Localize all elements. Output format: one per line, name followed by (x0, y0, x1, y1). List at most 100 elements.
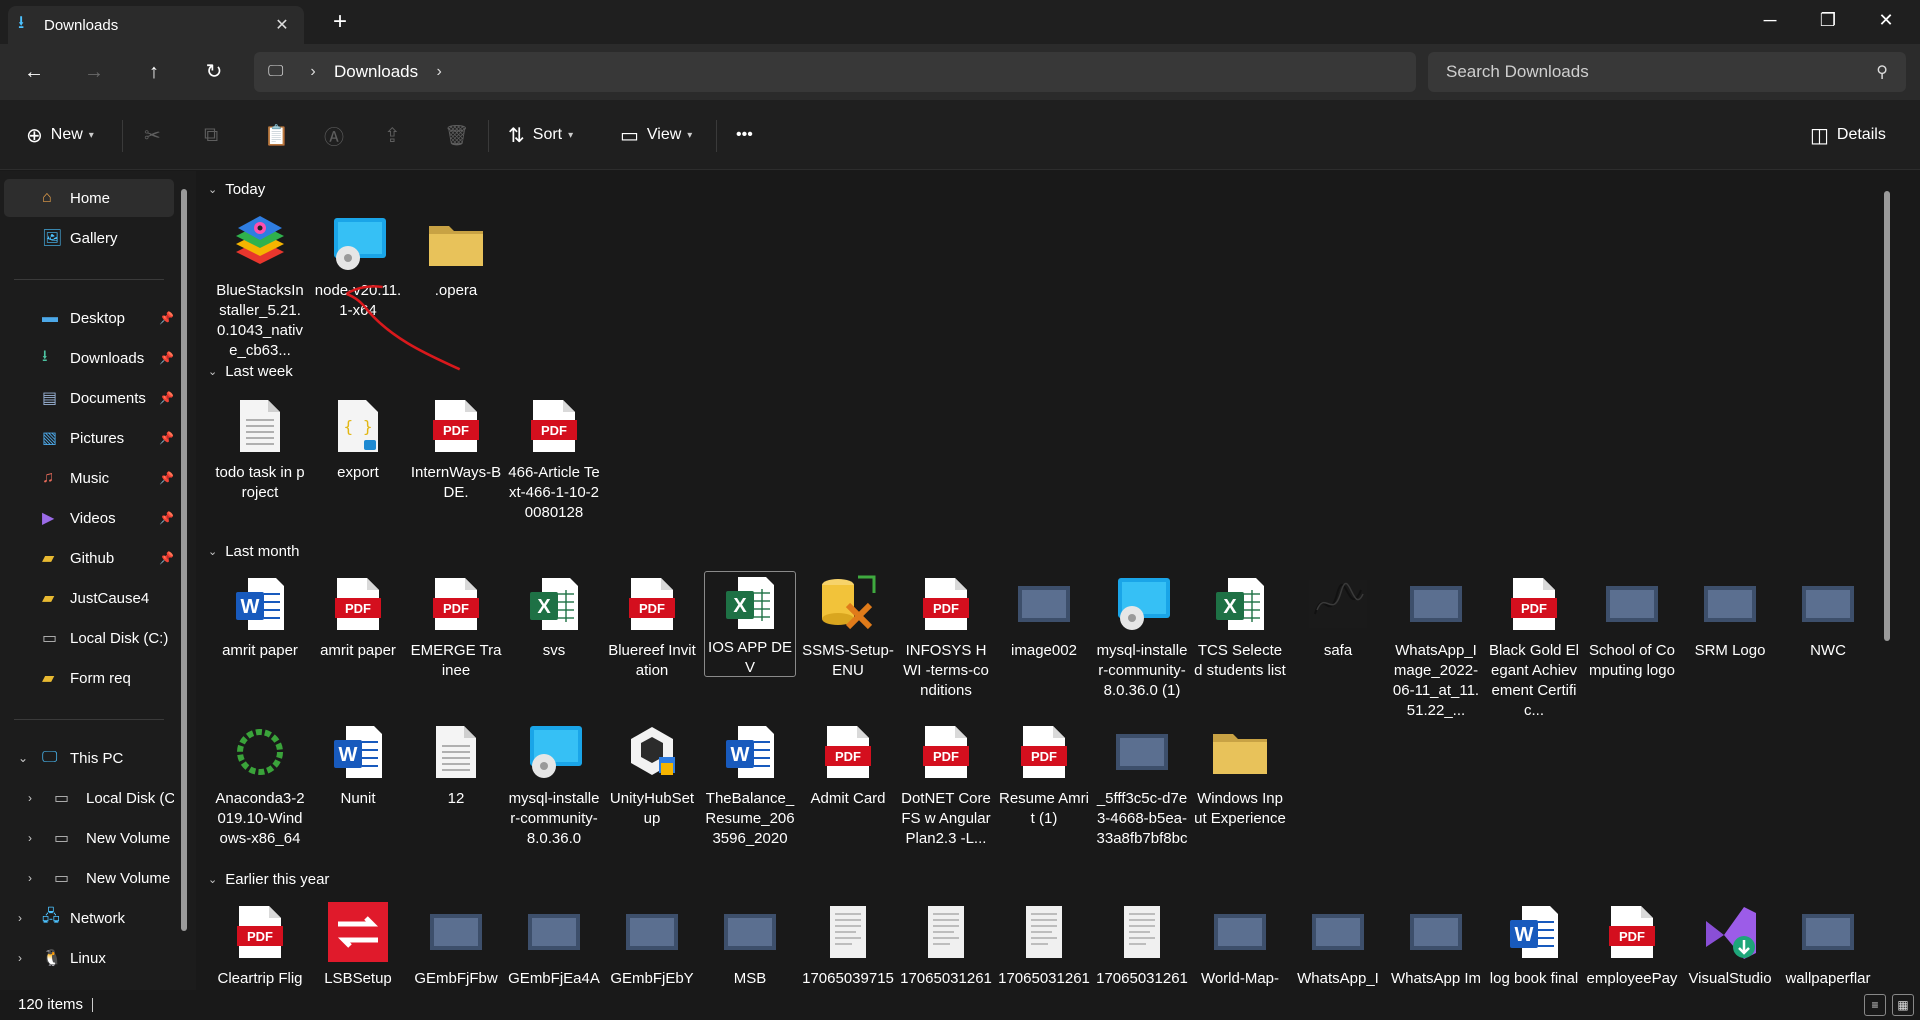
view-button[interactable]: ▭ View ▾ (620, 116, 692, 154)
pin-icon[interactable]: 📌 (159, 391, 174, 405)
file-item[interactable]: PDF Black Gold Elegant Achievement Certif… (1488, 571, 1580, 721)
sidebar-item-new-volume-2[interactable]: › ▭ New Volume ( (4, 859, 174, 897)
chevron-right-icon[interactable]: › (424, 63, 454, 81)
sidebar-item-downloads[interactable]: ⭳ Downloads 📌 (4, 339, 174, 377)
file-item[interactable]: GEmbFjFbwAAF9IM (410, 899, 502, 990)
file-item[interactable]: LSBSetup (312, 899, 404, 989)
chevron-right-icon[interactable]: › (28, 791, 32, 805)
new-button[interactable]: ⊕ New ▾ (26, 116, 94, 154)
file-item[interactable]: BlueStacksInstaller_5.21.0.1043_native_c… (214, 211, 306, 361)
sidebar-item-local-disk-c[interactable]: › ▭ Local Disk (C:) (4, 779, 174, 817)
file-item[interactable]: mysql-installer-community-8.0.36.0 (508, 719, 600, 849)
file-item[interactable]: World-Map-WOS-Facili (1194, 899, 1286, 990)
file-item[interactable]: mysql-installer-community-8.0.36.0 (1) (1096, 571, 1188, 701)
sidebar-item-pictures[interactable]: ▧ Pictures 📌 (4, 419, 174, 457)
file-item[interactable]: 1706503126125 (900, 899, 992, 990)
sidebar-item-justcause4[interactable]: ▰ JustCause4 (4, 579, 174, 617)
sort-button[interactable]: ⇅ Sort ▾ (508, 116, 573, 154)
pin-icon[interactable]: 📌 (159, 431, 174, 445)
breadcrumb-downloads[interactable]: Downloads (328, 62, 424, 82)
cut-button[interactable]: ✂ (144, 116, 169, 154)
pin-icon[interactable]: 📌 (159, 351, 174, 365)
file-item[interactable]: PDF Admit Card (802, 719, 894, 809)
group-header-last-week[interactable]: ⌄ Last week (208, 363, 293, 380)
sidebar-item-videos[interactable]: ▶ Videos 📌 (4, 499, 174, 537)
file-item[interactable]: PDF Resume Amrit (1) (998, 719, 1090, 829)
file-item[interactable]: PDF Cleartrip Flight (214, 899, 306, 990)
chevron-right-icon[interactable]: › (18, 951, 22, 965)
file-item[interactable]: 1706503126135 (1096, 899, 1188, 990)
file-item[interactable]: W Nunit (312, 719, 404, 809)
sidebar-item-linux[interactable]: › 🐧 Linux (4, 939, 174, 977)
sidebar-item-gallery[interactable]: 🖼 Gallery (4, 219, 174, 257)
file-item[interactable]: 1706503971584 (802, 899, 894, 990)
file-item[interactable]: .opera (410, 211, 502, 301)
file-item[interactable]: PDF INFOSYS HWI -terms-conditions (900, 571, 992, 701)
file-item[interactable]: wallpaperflare.com_wa (1782, 899, 1874, 990)
tab-downloads[interactable]: ⭳ Downloads ✕ (8, 6, 304, 44)
new-tab-button[interactable]: + (324, 8, 356, 38)
chevron-down-icon[interactable]: ⌄ (208, 365, 217, 378)
see-more-button[interactable]: ••• (736, 116, 753, 154)
minimize-button[interactable]: ─ (1742, 0, 1798, 44)
file-item[interactable]: MSB (704, 899, 796, 989)
file-item[interactable]: Anaconda3-2019.10-Windows-x86_64 (214, 719, 306, 849)
file-item[interactable]: PDF employeePayRollProbl (1586, 899, 1678, 990)
delete-button[interactable]: 🗑 (444, 116, 477, 154)
chevron-down-icon[interactable]: ⌄ (208, 873, 217, 886)
file-item[interactable]: Windows Input Experience (1194, 719, 1286, 829)
file-item[interactable]: todo task in project (214, 393, 306, 503)
sidebar-item-network[interactable]: › 🖧 Network (4, 899, 174, 937)
file-item[interactable]: GEmbFjEa4AAIMQ (508, 899, 600, 990)
file-item[interactable]: GEmbFjEbYAA_WP3 (606, 899, 698, 990)
large-icons-view-button[interactable]: ▦ (1892, 994, 1914, 1016)
chevron-down-icon[interactable]: ⌄ (208, 183, 217, 196)
file-item[interactable]: PDF DotNET Core FS w Angular Plan2.3 -L..… (900, 719, 992, 849)
search-input[interactable]: Search Downloads ⚲ (1428, 52, 1906, 92)
file-item[interactable]: X TCS Selected students list (1194, 571, 1286, 681)
chevron-right-icon[interactable]: › (28, 871, 32, 885)
sidebar-item-new-volume-1[interactable]: › ▭ New Volume (I (4, 819, 174, 857)
pin-icon[interactable]: 📌 (159, 471, 174, 485)
chevron-down-icon[interactable]: ⌄ (18, 751, 28, 765)
file-item[interactable]: safa (1292, 571, 1384, 661)
forward-button[interactable]: → (74, 54, 114, 90)
file-item[interactable]: WhatsApp_Image_202 (1292, 899, 1384, 990)
file-item[interactable]: { } export (312, 393, 404, 483)
file-item[interactable]: SSMS-Setup-ENU (802, 571, 894, 681)
group-header-today[interactable]: ⌄ Today (208, 181, 265, 198)
sidebar-item-desktop[interactable]: ▬ Desktop 📌 (4, 299, 174, 337)
content-scrollbar[interactable] (1884, 191, 1890, 641)
file-item[interactable]: PDF Bluereef Invitation (606, 571, 698, 681)
file-item[interactable]: node-v20.11.1-x64 (312, 211, 404, 321)
paste-button[interactable]: 📋 (264, 116, 297, 154)
file-item[interactable]: Xsvs (508, 571, 600, 661)
details-button[interactable]: ◫ Details (1810, 116, 1886, 154)
refresh-button[interactable]: ↻ (194, 54, 234, 90)
file-item[interactable]: NWC (1782, 571, 1874, 661)
copy-button[interactable]: ⧉ (204, 116, 226, 154)
sidebar-item-local-disk[interactable]: ▭ Local Disk (C:) (4, 619, 174, 657)
file-item[interactable]: _5fff3c5c-d7e3-4668-b5ea-33a8fb7bf8bc (1096, 719, 1188, 849)
file-item[interactable]: X IOS APP DEV (704, 571, 796, 677)
file-item[interactable]: UnityHubSetup (606, 719, 698, 829)
chevron-right-icon[interactable]: › (18, 911, 22, 925)
file-item[interactable]: VisualStudioSetup (1684, 899, 1776, 990)
sidebar-item-form-req[interactable]: ▰ Form req (4, 659, 174, 697)
file-item[interactable]: Wlog book final (1488, 899, 1580, 989)
pin-icon[interactable]: 📌 (159, 551, 174, 565)
file-item[interactable]: image002 (998, 571, 1090, 661)
file-item[interactable]: WhatsApp_Image_2022-06-11_at_11.51.22_..… (1390, 571, 1482, 721)
close-tab-button[interactable]: ✕ (270, 15, 294, 35)
details-view-button[interactable]: ≡ (1864, 994, 1886, 1016)
share-button[interactable]: ⇪ (384, 116, 409, 154)
group-header-earlier[interactable]: ⌄ Earlier this year (208, 871, 329, 888)
restore-button[interactable]: ❐ (1800, 0, 1856, 44)
rename-button[interactable]: Ⓐ (324, 116, 352, 154)
group-header-last-month[interactable]: ⌄ Last month (208, 543, 299, 560)
file-item[interactable]: 12 (410, 719, 502, 809)
file-item[interactable]: Wamrit paper (214, 571, 306, 661)
file-item[interactable]: PDF InternWays-BDE. (410, 393, 502, 503)
file-item[interactable]: PDF EMERGE Trainee (410, 571, 502, 681)
file-item[interactable]: 1706503126114 (998, 899, 1090, 990)
